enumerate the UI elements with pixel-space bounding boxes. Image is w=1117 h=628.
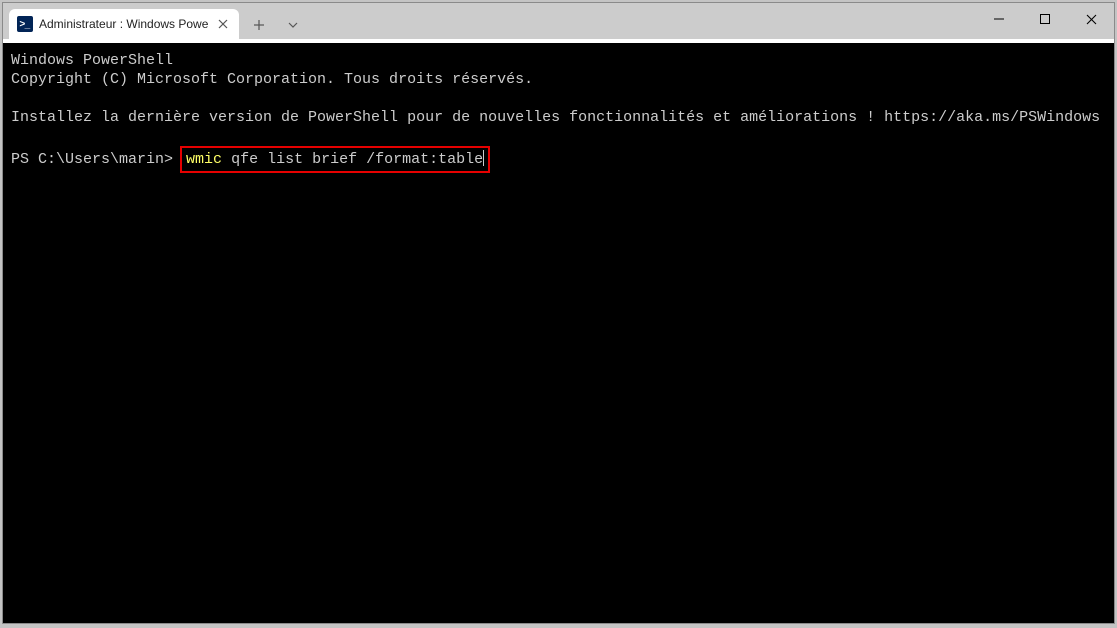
tab-powershell[interactable]: >_ Administrateur : Windows Powe bbox=[9, 9, 239, 39]
tabs-area: >_ Administrateur : Windows Powe bbox=[3, 3, 309, 39]
minimize-button[interactable] bbox=[976, 3, 1022, 35]
prompt-line: PS C:\Users\marin> wmic qfe list brief /… bbox=[11, 146, 1106, 173]
terminal-line: Copyright (C) Microsoft Corporation. Tou… bbox=[11, 71, 533, 88]
powershell-icon: >_ bbox=[17, 16, 33, 32]
command-keyword: wmic bbox=[186, 151, 222, 168]
terminal-output[interactable]: Windows PowerShell Copyright (C) Microso… bbox=[3, 43, 1114, 623]
command-highlight: wmic qfe list brief /format:table bbox=[180, 146, 490, 173]
terminal-window: >_ Administrateur : Windows Powe bbox=[2, 2, 1115, 624]
tab-actions bbox=[243, 11, 309, 39]
prompt-text: PS C:\Users\marin> bbox=[11, 151, 173, 168]
text-cursor bbox=[483, 150, 484, 166]
new-tab-button[interactable] bbox=[243, 11, 275, 39]
window-controls bbox=[976, 3, 1114, 39]
close-window-button[interactable] bbox=[1068, 3, 1114, 35]
command-args: qfe list brief /format:table bbox=[222, 151, 483, 168]
title-bar[interactable]: >_ Administrateur : Windows Powe bbox=[3, 3, 1114, 39]
maximize-button[interactable] bbox=[1022, 3, 1068, 35]
terminal-line: Installez la dernière version de PowerSh… bbox=[11, 109, 1100, 126]
terminal-line: Windows PowerShell bbox=[11, 52, 173, 69]
tab-dropdown-button[interactable] bbox=[277, 11, 309, 39]
tab-title: Administrateur : Windows Powe bbox=[39, 17, 209, 31]
close-tab-button[interactable] bbox=[215, 16, 231, 32]
